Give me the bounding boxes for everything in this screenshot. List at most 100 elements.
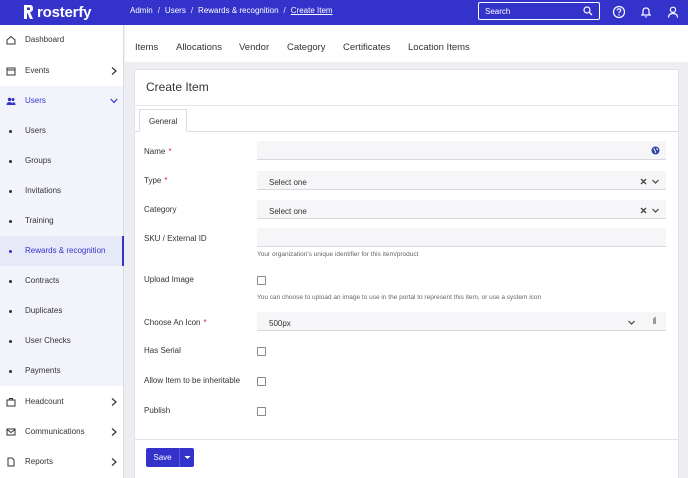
sidebar-item-label: Events (25, 66, 50, 75)
breadcrumb-admin[interactable]: Admin (130, 6, 153, 15)
help-icon[interactable] (612, 5, 626, 19)
logo[interactable]: rosterfy (23, 2, 91, 22)
tab-general[interactable]: General (139, 109, 187, 132)
sidebar-subitem-users[interactable]: Users (0, 116, 123, 146)
breadcrumb-users[interactable]: Users (165, 6, 186, 15)
page-title: Create Item (146, 80, 209, 94)
icon-select[interactable]: 500px (257, 312, 666, 331)
sku-label: SKU / External ID (144, 234, 207, 243)
sidebar-item-reports[interactable]: Reports (0, 447, 123, 477)
upload-image-hint: You can choose to upload an image to use… (257, 294, 542, 301)
bell-icon[interactable] (639, 5, 653, 19)
sidebar-subitem-contracts[interactable]: Contracts (0, 266, 123, 296)
home-icon (6, 35, 16, 45)
top-bar: rosterfy Admin / Users / Rewards & recog… (0, 0, 688, 25)
bullet-icon (9, 310, 12, 313)
chevron-down-icon[interactable] (651, 177, 660, 186)
search-icon[interactable] (583, 6, 593, 16)
sidebar: Dashboard Events Users Users Groups Invi… (0, 25, 124, 478)
form-footer: Save (134, 440, 679, 478)
publish-checkbox[interactable] (257, 407, 266, 416)
tab-certificates[interactable]: Certificates (343, 42, 391, 53)
breadcrumb-rewards[interactable]: Rewards & recognition (198, 6, 278, 15)
clear-icon[interactable] (639, 177, 648, 186)
inheritable-label: Allow Item to be inheritable (144, 376, 241, 385)
category-select-value: Select one (269, 207, 307, 216)
chevron-down-icon[interactable] (627, 318, 636, 327)
sidebar-item-label: Rewards & recognition (25, 246, 106, 255)
sidebar-item-users[interactable]: Users (0, 86, 123, 116)
breadcrumb-current[interactable]: Create Item (291, 6, 333, 15)
sku-field (257, 228, 666, 247)
type-select[interactable]: Select one (257, 171, 666, 190)
create-item-card: Create Item General Name * Type * Select o… (134, 69, 679, 440)
clear-icon[interactable] (639, 206, 648, 215)
users-icon (6, 97, 16, 105)
sidebar-item-dashboard[interactable]: Dashboard (0, 25, 123, 55)
has-serial-label: Has Serial (144, 346, 181, 355)
search-input[interactable] (485, 6, 583, 17)
save-options-button[interactable] (179, 448, 194, 467)
user-icon[interactable] (666, 5, 680, 19)
sidebar-item-label: User Checks (25, 336, 71, 345)
chevron-right-icon (111, 428, 117, 436)
bullet-icon (9, 250, 12, 253)
sidebar-subitem-payments[interactable]: Payments (0, 356, 123, 386)
sidebar-item-communications[interactable]: Communications (0, 417, 123, 447)
breadcrumb-separator: / (157, 6, 160, 15)
tabs-bar: Items Allocations Vendor Category Certif… (125, 25, 688, 62)
has-serial-checkbox[interactable] (257, 347, 266, 356)
rosterfy-logo-icon (24, 5, 33, 19)
sidebar-item-events[interactable]: Events (0, 56, 123, 86)
tab-vendor[interactable]: Vendor (239, 42, 269, 53)
hand-pointer-icon (653, 316, 656, 324)
divider (135, 105, 678, 106)
sidebar-item-label: Reports (25, 457, 54, 466)
sidebar-item-label: Headcount (25, 397, 64, 406)
tab-allocations[interactable]: Allocations (176, 42, 222, 53)
sidebar-item-label: Groups (25, 156, 52, 165)
bullet-icon (9, 370, 12, 373)
category-select[interactable]: Select one (257, 200, 666, 219)
breadcrumb-separator: / (283, 6, 286, 15)
sidebar-subitem-invitations[interactable]: Invitations (0, 176, 123, 206)
bullet-icon (9, 340, 12, 343)
sidebar-item-label: Payments (25, 366, 61, 375)
sidebar-subitem-rewards[interactable]: Rewards & recognition (0, 236, 124, 266)
sku-hint: Your organization's unique identifier fo… (257, 251, 419, 258)
tab-category[interactable]: Category (287, 42, 326, 53)
briefcase-icon (6, 398, 16, 407)
bullet-icon (9, 220, 12, 223)
chevron-down-icon (110, 98, 118, 104)
sidebar-item-label: Dashboard (25, 35, 65, 44)
name-field (257, 141, 666, 160)
inheritable-checkbox[interactable] (257, 377, 266, 386)
name-label: Name * (144, 147, 171, 156)
chevron-down-icon[interactable] (651, 206, 660, 215)
sidebar-subitem-groups[interactable]: Groups (0, 146, 123, 176)
sidebar-item-label: Communications (25, 427, 85, 436)
breadcrumb: Admin / Users / Rewards & recognition / … (130, 6, 333, 15)
tab-location-items[interactable]: Location Items (408, 42, 470, 53)
type-select-value: Select one (269, 178, 307, 187)
mail-icon (6, 428, 16, 436)
logo-text: rosterfy (37, 3, 92, 21)
bullet-icon (9, 130, 12, 133)
icon-label: Choose An Icon * (144, 318, 207, 327)
name-input[interactable] (261, 143, 641, 157)
sidebar-subitem-training[interactable]: Training (0, 206, 123, 236)
upload-image-checkbox[interactable] (257, 276, 266, 285)
category-label: Category (144, 205, 177, 214)
sidebar-subitem-duplicates[interactable]: Duplicates (0, 296, 123, 326)
name-label-text: Name (144, 147, 166, 156)
save-button[interactable]: Save (146, 448, 179, 467)
globe-icon[interactable] (651, 146, 660, 155)
bullet-icon (9, 280, 12, 283)
upload-image-label: Upload Image (144, 275, 194, 284)
required-marker: * (203, 318, 207, 327)
type-label-text: Type (144, 176, 162, 185)
sku-input[interactable] (261, 230, 641, 244)
sidebar-item-headcount[interactable]: Headcount (0, 387, 123, 417)
sidebar-subitem-user-checks[interactable]: User Checks (0, 326, 123, 356)
tab-items[interactable]: Items (135, 42, 158, 53)
